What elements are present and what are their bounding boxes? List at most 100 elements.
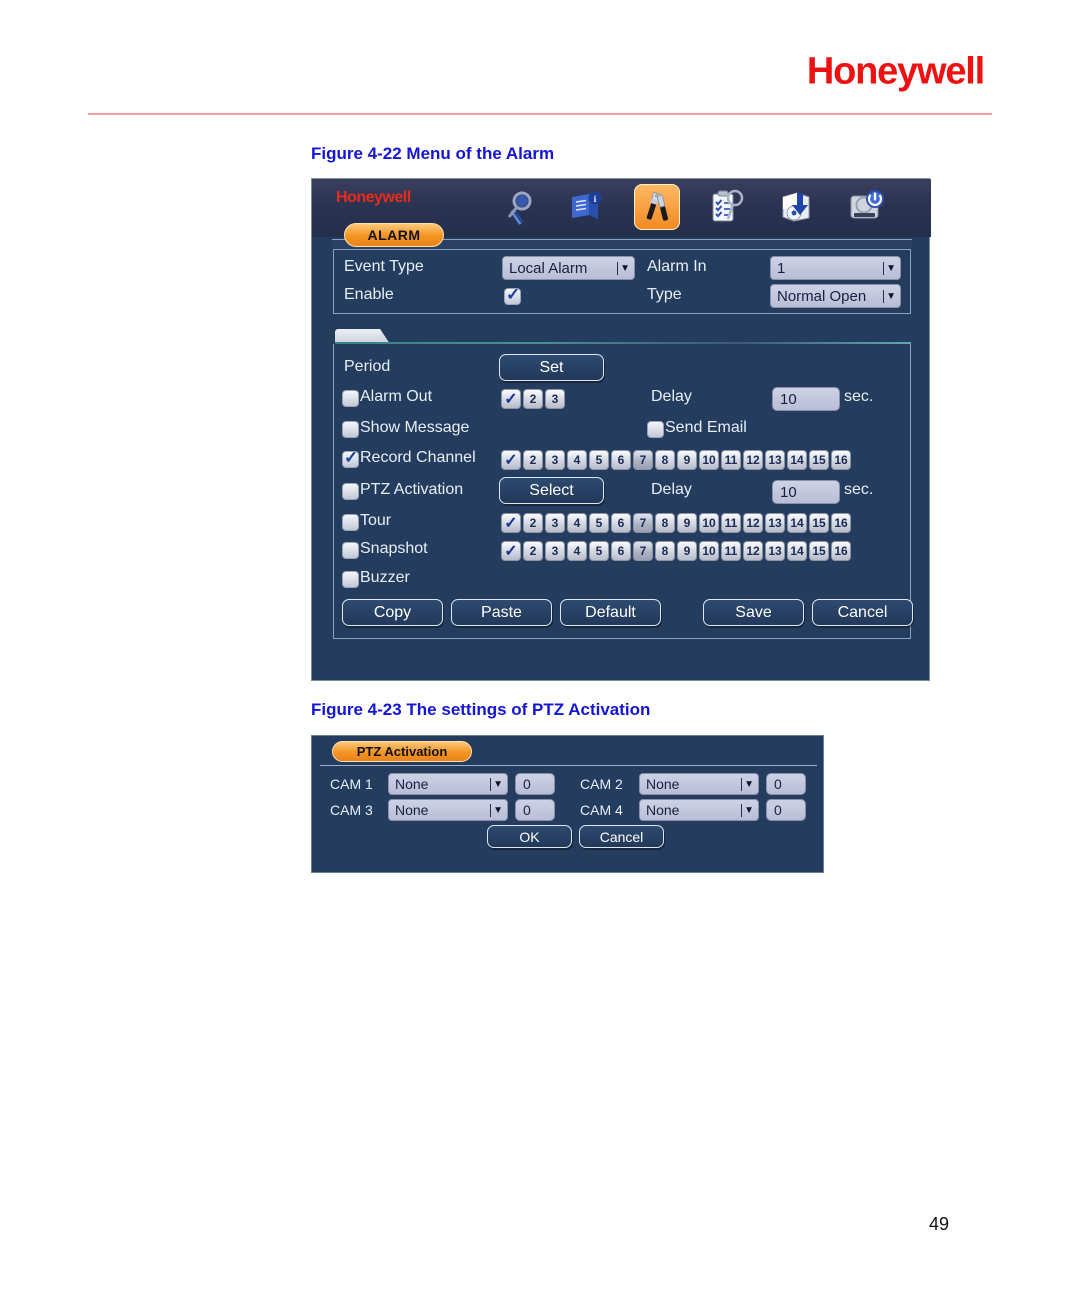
cam-3-mode-select[interactable]: None ▼ xyxy=(388,799,508,821)
tour-channel-10[interactable]: 10 xyxy=(699,513,719,533)
cam-3-label: CAM 3 xyxy=(330,802,373,818)
ptz-activation-checkbox[interactable] xyxy=(342,483,359,500)
snapshot-channel-3[interactable]: 3 xyxy=(545,541,565,561)
record-channel-1[interactable]: ✓ xyxy=(501,450,521,470)
alarm-in-select[interactable]: 1 ▼ xyxy=(770,256,901,280)
snapshot-channel-15[interactable]: 15 xyxy=(809,541,829,561)
chevron-down-icon: ▼ xyxy=(490,800,503,820)
record-channel-15[interactable]: 15 xyxy=(809,450,829,470)
alarm-out-channel-2[interactable]: 2 xyxy=(523,389,543,409)
tour-channel-2[interactable]: 2 xyxy=(523,513,543,533)
snapshot-channel-4[interactable]: 4 xyxy=(567,541,587,561)
enable-checkbox[interactable] xyxy=(504,285,521,305)
record-channel-6[interactable]: 6 xyxy=(611,450,631,470)
record-channel-7[interactable]: 7 xyxy=(633,450,653,470)
snapshot-channel-16[interactable]: 16 xyxy=(831,541,851,561)
cancel-button[interactable]: Cancel xyxy=(812,599,913,626)
period-set-button[interactable]: Set xyxy=(499,354,604,381)
tour-channel-7[interactable]: 7 xyxy=(633,513,653,533)
ptz-activation-label: PTZ Activation xyxy=(360,481,464,498)
record-channel-3[interactable]: 3 xyxy=(545,450,565,470)
tour-channel-14[interactable]: 14 xyxy=(787,513,807,533)
tour-channel-16[interactable]: 16 xyxy=(831,513,851,533)
cam-1-mode-select[interactable]: None ▼ xyxy=(388,773,508,795)
record-channel-4[interactable]: 4 xyxy=(567,450,587,470)
snapshot-channel-13[interactable]: 13 xyxy=(765,541,785,561)
snapshot-channel-2[interactable]: 2 xyxy=(523,541,543,561)
cam-4-mode-select[interactable]: None ▼ xyxy=(639,799,759,821)
snapshot-label: Snapshot xyxy=(360,540,428,557)
tab-alarm[interactable]: ALARM xyxy=(344,223,444,247)
cam-1-value-input[interactable]: 0 xyxy=(515,773,555,795)
snapshot-channel-1[interactable]: ✓ xyxy=(501,541,521,561)
snapshot-channel-6[interactable]: 6 xyxy=(611,541,631,561)
record-channel-8[interactable]: 8 xyxy=(655,450,675,470)
record-channel-2[interactable]: 2 xyxy=(523,450,543,470)
cam-2-mode-select[interactable]: None ▼ xyxy=(639,773,759,795)
record-channel-checkbox[interactable] xyxy=(342,448,359,468)
snapshot-channel-8[interactable]: 8 xyxy=(655,541,675,561)
alarm-out-channel-3[interactable]: 3 xyxy=(545,389,565,409)
show-message-checkbox[interactable] xyxy=(342,421,359,438)
record-channel-5[interactable]: 5 xyxy=(589,450,609,470)
cam-3-value-input[interactable]: 0 xyxy=(515,799,555,821)
record-channel-10[interactable]: 10 xyxy=(699,450,719,470)
record-channel-11[interactable]: 11 xyxy=(721,450,741,470)
honeywell-mini-logo: Honeywell xyxy=(336,189,411,206)
record-channel-row[interactable]: ✓ 2 3 4 5 6 7 8 9 10 11 12 13 14 15 16 xyxy=(501,450,851,470)
tour-channel-6[interactable]: 6 xyxy=(611,513,631,533)
tour-channel-row[interactable]: ✓ 2 3 4 5 6 7 8 9 10 11 12 13 14 15 16 xyxy=(501,513,851,533)
alarm-out-channel-row[interactable]: ✓ 2 3 xyxy=(501,389,565,409)
alarm-out-checkbox[interactable] xyxy=(342,390,359,407)
ptz-ok-button[interactable]: OK xyxy=(487,825,572,848)
tour-channel-3[interactable]: 3 xyxy=(545,513,565,533)
send-email-checkbox[interactable] xyxy=(647,421,664,438)
ptz-cancel-button[interactable]: Cancel xyxy=(579,825,664,848)
snapshot-channel-14[interactable]: 14 xyxy=(787,541,807,561)
document-header: Honeywell xyxy=(0,0,1080,120)
snapshot-channel-5[interactable]: 5 xyxy=(589,541,609,561)
tour-channel-1[interactable]: ✓ xyxy=(501,513,521,533)
tour-channel-4[interactable]: 4 xyxy=(567,513,587,533)
snapshot-channel-row[interactable]: ✓ 2 3 4 5 6 7 8 9 10 11 12 13 14 15 16 xyxy=(501,541,851,561)
save-button[interactable]: Save xyxy=(703,599,804,626)
event-type-label: Event Type xyxy=(344,258,424,275)
record-channel-9[interactable]: 9 xyxy=(677,450,697,470)
tour-channel-15[interactable]: 15 xyxy=(809,513,829,533)
snapshot-channel-12[interactable]: 12 xyxy=(743,541,763,561)
paste-button[interactable]: Paste xyxy=(451,599,552,626)
action-button-bar: Copy Paste Default Save Cancel xyxy=(334,599,913,639)
cam-4-label: CAM 4 xyxy=(580,802,623,818)
ptz-select-button[interactable]: Select xyxy=(499,477,604,504)
default-button[interactable]: Default xyxy=(560,599,661,626)
tour-checkbox[interactable] xyxy=(342,514,359,531)
cam-4-value-input[interactable]: 0 xyxy=(766,799,806,821)
snapshot-channel-9[interactable]: 9 xyxy=(677,541,697,561)
tour-channel-5[interactable]: 5 xyxy=(589,513,609,533)
record-channel-16[interactable]: 16 xyxy=(831,450,851,470)
alarm-out-delay-input[interactable]: 10 xyxy=(772,387,840,411)
tour-channel-8[interactable]: 8 xyxy=(655,513,675,533)
snapshot-channel-10[interactable]: 10 xyxy=(699,541,719,561)
alarm-out-channel-1[interactable]: ✓ xyxy=(501,389,521,409)
record-channel-12[interactable]: 12 xyxy=(743,450,763,470)
period-label: Period xyxy=(344,358,391,375)
tour-channel-13[interactable]: 13 xyxy=(765,513,785,533)
tour-channel-12[interactable]: 12 xyxy=(743,513,763,533)
snapshot-channel-11[interactable]: 11 xyxy=(721,541,741,561)
copy-button[interactable]: Copy xyxy=(342,599,443,626)
buzzer-checkbox[interactable] xyxy=(342,571,359,588)
record-channel-13[interactable]: 13 xyxy=(765,450,785,470)
tour-channel-11[interactable]: 11 xyxy=(721,513,741,533)
snapshot-channel-7[interactable]: 7 xyxy=(633,541,653,561)
snapshot-checkbox[interactable] xyxy=(342,542,359,559)
alarm-type-select[interactable]: Normal Open ▼ xyxy=(770,284,901,308)
chevron-down-icon: ▼ xyxy=(617,257,630,279)
cam-1-mode-value: None xyxy=(395,776,429,792)
cam-2-value-input[interactable]: 0 xyxy=(766,773,806,795)
event-type-select[interactable]: Local Alarm ▼ xyxy=(502,256,635,280)
ptz-delay-input[interactable]: 10 xyxy=(772,480,840,504)
tour-channel-9[interactable]: 9 xyxy=(677,513,697,533)
honeywell-logo: Honeywell xyxy=(806,50,985,93)
record-channel-14[interactable]: 14 xyxy=(787,450,807,470)
